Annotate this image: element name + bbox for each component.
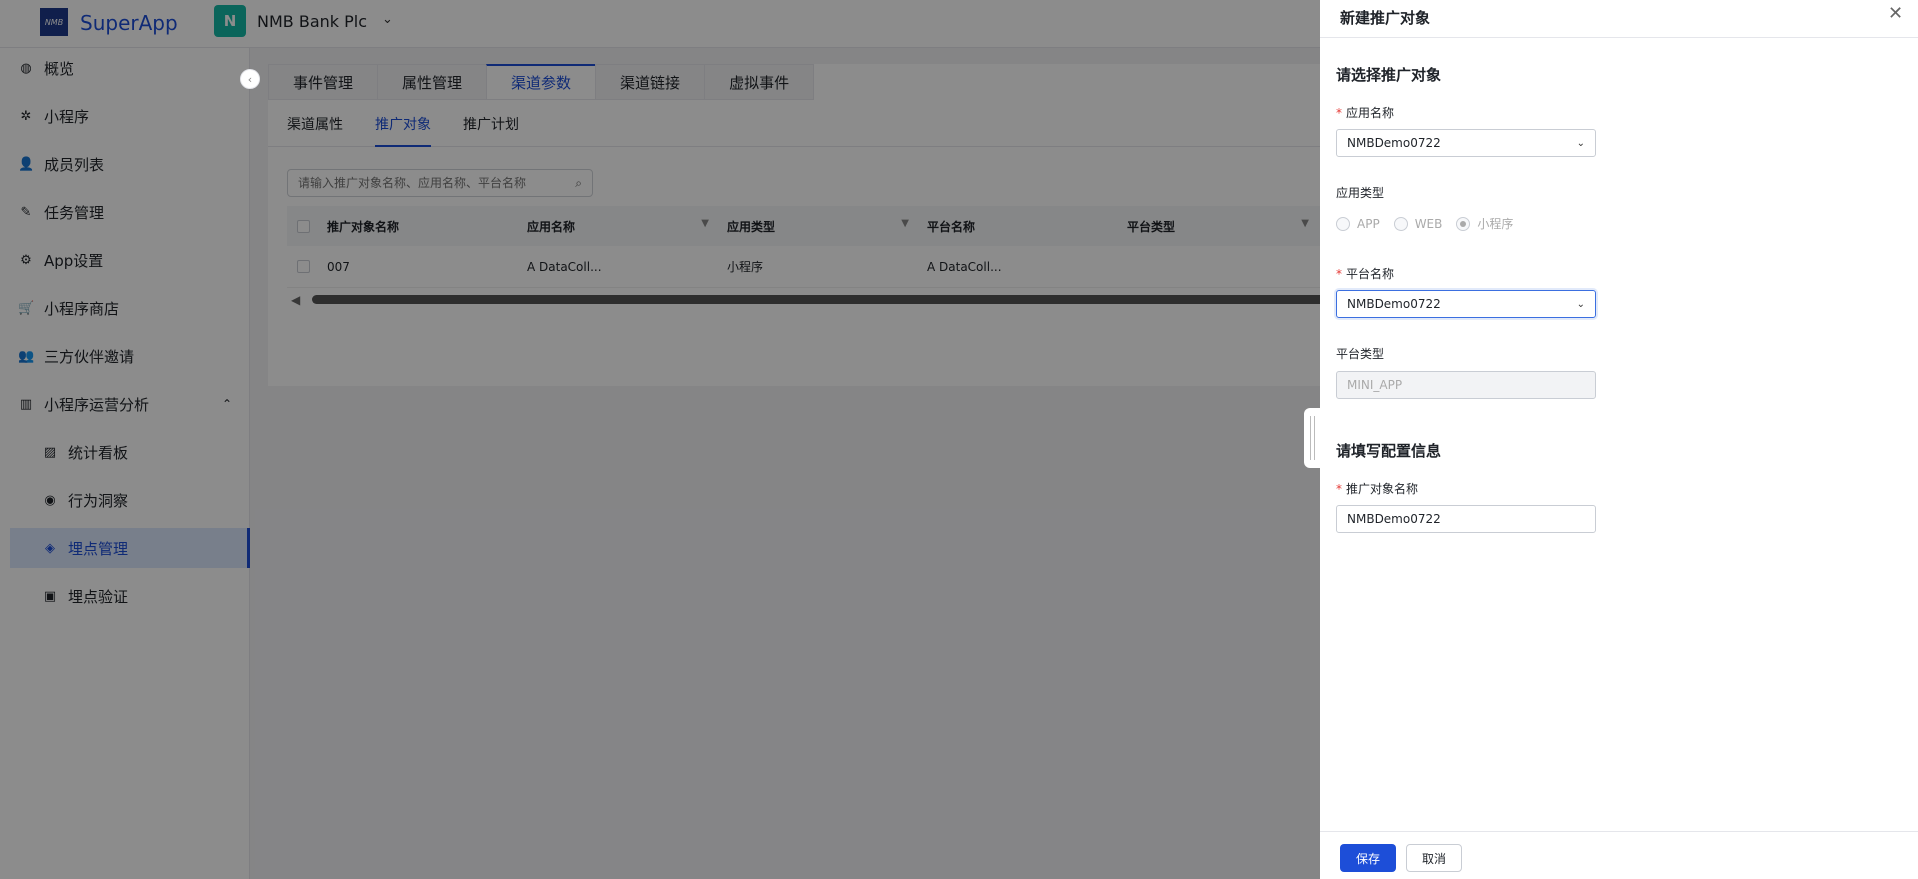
close-icon[interactable]: ✕ [1888,3,1903,24]
radio-label: WEB [1414,216,1443,231]
radio-app[interactable]: APP [1336,216,1380,231]
app-type-radio-group: APP WEB 小程序 [1336,215,1527,232]
drawer-title: 新建推广对象 [1340,9,1431,27]
drawer-header: 新建推广对象 ✕ [1320,0,1918,38]
required-mark: * [1336,482,1342,496]
radio-label: APP [1357,216,1380,231]
platform-name-select[interactable]: NMBDemo0722 ⌄ [1336,290,1596,318]
radio-circle [1336,216,1350,231]
cancel-button[interactable]: 取消 [1406,844,1462,872]
save-button[interactable]: 保存 [1340,844,1396,872]
chevron-down-icon: ⌄ [1576,137,1585,149]
app-type-label: 应用类型 [1336,186,1385,200]
required-mark: * [1336,106,1342,120]
app-name-select[interactable]: NMBDemo0722 ⌄ [1336,129,1596,157]
section-title: 请选择推广对象 [1336,66,1442,84]
target-name-input[interactable]: NMBDemo0722 [1336,505,1596,533]
select-value: NMBDemo0722 [1347,136,1441,150]
select-value: NMBDemo0722 [1347,297,1441,311]
section-title: 请填写配置信息 [1336,442,1442,460]
radio-circle [1393,216,1408,231]
radio-circle [1456,216,1471,231]
chevron-down-icon: ⌄ [1576,298,1585,310]
platform-type-label: 平台类型 [1336,347,1385,361]
radio-miniprogram[interactable]: 小程序 [1456,215,1513,232]
target-name-label: * 推广对象名称 [1336,480,1418,497]
label-text: 推广对象名称 [1346,482,1419,496]
drawer-resize-handle[interactable] [1304,408,1320,468]
field-value: MINI_APP [1347,378,1403,392]
create-promo-target-drawer: 新建推广对象 ✕ 请选择推广对象 * 应用名称 NMBDemo0722 ⌄ 应用类型… [1320,0,1918,879]
label-text: 平台名称 [1346,267,1395,281]
collapse-sidebar-button[interactable]: ‹ [240,69,260,89]
radio-label: 小程序 [1477,217,1514,231]
platform-type-field: MINI_APP [1336,371,1596,399]
drawer-footer: 保存 取消 [1320,831,1918,879]
label-text: 应用名称 [1346,106,1395,120]
input-value: NMBDemo0722 [1347,512,1441,526]
app-name-label: * 应用名称 [1336,104,1394,121]
required-mark: * [1336,267,1342,281]
radio-web[interactable]: WEB [1393,216,1443,231]
platform-name-label: * 平台名称 [1336,265,1394,282]
